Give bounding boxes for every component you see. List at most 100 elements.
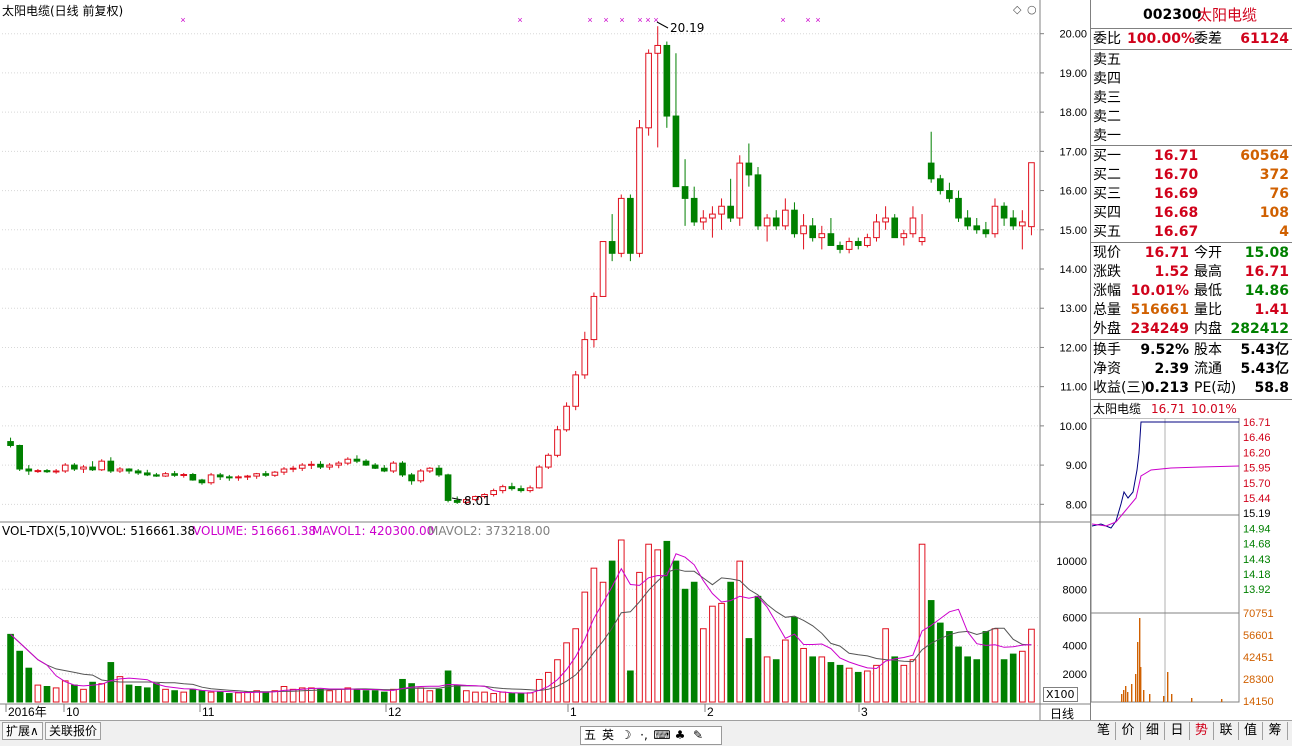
side-tab-0[interactable]: 笔: [1092, 722, 1116, 740]
mini-vol-tick: 70751: [1243, 608, 1274, 620]
price-tick-label: 11.00: [1060, 382, 1087, 394]
side-tab-7[interactable]: 筹: [1264, 722, 1288, 740]
ime-item-4[interactable]: ⌨: [653, 727, 671, 744]
volume-bar: [827, 662, 835, 703]
mini-vol-tick: 28300: [1243, 674, 1274, 686]
candle-body: [681, 186, 689, 199]
side-tab-4[interactable]: 势: [1190, 722, 1214, 740]
ime-item-2[interactable]: ☽: [617, 727, 635, 744]
volume-bar: [189, 688, 197, 703]
buy-label: 买一: [1093, 148, 1121, 164]
related-quote-tab[interactable]: 关联报价: [45, 722, 102, 740]
stat-label: 最高: [1194, 264, 1222, 280]
candle-body: [225, 476, 233, 479]
candle-body: [52, 470, 60, 473]
stat-value: 1.41: [1254, 302, 1289, 318]
quote-stat-row: 涨幅 10.01% 最低 14.86: [1091, 282, 1292, 301]
candle-body: [289, 467, 297, 470]
volume-bar: [836, 664, 844, 703]
quote-stat2-row: 收益(三) 0.213 PE(动) 58.8: [1091, 379, 1292, 398]
kline-chart-svg[interactable]: 20.0019.0018.0017.0016.0015.0014.0013.00…: [0, 0, 1090, 720]
side-tab-3[interactable]: 日: [1166, 722, 1190, 740]
stat2-label: 股本: [1194, 342, 1222, 358]
candle-body: [426, 467, 434, 472]
diamond-icon[interactable]: ◇: [1013, 3, 1021, 16]
candle-body: [554, 429, 561, 456]
ime-item-1[interactable]: 英: [599, 727, 617, 744]
volume-bar: [98, 683, 106, 703]
signal-mark: ×: [805, 15, 810, 25]
signal-mark: ×: [619, 15, 624, 25]
buy-row: 买一 16.71 60564: [1091, 147, 1292, 166]
volume-bar: [517, 693, 525, 703]
candle-body: [207, 474, 215, 484]
volume-bar: [818, 656, 826, 703]
signal-mark: ×: [603, 15, 608, 25]
candle-body: [663, 44, 671, 117]
volume-bar: [162, 688, 169, 703]
candle-body: [153, 474, 160, 477]
ime-item-5[interactable]: ♣: [671, 727, 689, 744]
side-tab-1[interactable]: 价: [1117, 722, 1141, 740]
candle-body: [317, 463, 324, 468]
candle-body: [1019, 221, 1026, 227]
side-tab-2[interactable]: 细: [1141, 722, 1165, 740]
ime-item-3[interactable]: ·,: [635, 727, 653, 744]
price-tick-label: 18.00: [1059, 107, 1087, 119]
volume-bar: [43, 686, 51, 703]
ime-toolbar[interactable]: 五英 ☽ ·, ⌨ ♣ ✎: [580, 726, 722, 745]
mini-vol-bar: [1171, 694, 1173, 702]
buy-row: 买二 16.70 372: [1091, 166, 1292, 185]
volume-bar: [927, 600, 935, 703]
candle-body: [490, 490, 497, 496]
side-tab-5[interactable]: 联: [1215, 722, 1239, 740]
candle-body: [946, 190, 953, 199]
candle-body: [444, 474, 452, 501]
volume-bar: [627, 670, 634, 703]
volume-bar: [946, 631, 953, 703]
candle-body: [745, 162, 753, 176]
stat2-label: PE(动): [1194, 380, 1237, 396]
vol-tick-label: 8000: [1063, 584, 1087, 596]
candle-body: [180, 474, 188, 477]
volume-bar: [636, 571, 643, 703]
ime-item-6[interactable]: ✎: [689, 727, 707, 744]
kline-chart-area[interactable]: 20.00 19.00 18.00 17.00 16.00 15.00 14.00 13.00…: [0, 0, 1090, 721]
buy-row: 买三 16.69 76: [1091, 185, 1292, 204]
close-icon[interactable]: ○: [1027, 3, 1037, 16]
buy-price: 16.68: [1154, 205, 1199, 221]
signal-mark: ×: [653, 15, 658, 25]
candle-body: [909, 217, 917, 235]
mini-vol-bar: [1221, 699, 1223, 702]
volume-bar: [52, 687, 60, 703]
volume-bar: [235, 692, 242, 703]
stat2-value: 5.43亿: [1240, 342, 1289, 358]
side-tab-6[interactable]: 值: [1239, 722, 1263, 740]
candle-body: [271, 471, 279, 476]
mini-price-tick: 14.43: [1243, 554, 1271, 566]
intraday-mini-chart[interactable]: 16.71 16.46 16.20 15.95 15.70 15.44 15.19 14.94…: [1091, 418, 1292, 720]
volume-bar: [699, 628, 707, 703]
expand-tab[interactable]: 扩展∧: [2, 722, 43, 740]
volume-bar: [581, 591, 589, 703]
volume-bar: [663, 540, 671, 703]
candle-body: [1009, 217, 1017, 227]
candle-body: [125, 468, 133, 472]
volume-bar: [462, 690, 470, 703]
volume-bar: [326, 690, 333, 703]
volume-bar: [362, 690, 370, 703]
volume-bar: [7, 633, 14, 703]
volume-bar: [499, 691, 507, 703]
chart-title: 太阳电缆(日线 前复权): [2, 4, 124, 18]
quote-panel: 002300 太阳电缆 委比 100.00% 委差 61124 卖五 卖四 卖三 卖二…: [1090, 0, 1292, 720]
volume-bar: [873, 664, 880, 703]
candle-body: [43, 470, 51, 473]
signal-mark: ×: [637, 15, 642, 25]
volume-bar: [854, 671, 862, 703]
mini-vol-tick: 56601: [1243, 630, 1274, 642]
volume-bar: [745, 638, 753, 703]
candle-body: [143, 472, 151, 476]
signal-mark: ×: [645, 15, 650, 25]
ime-item-0[interactable]: 五: [581, 727, 599, 744]
min-price-label: 8.01: [464, 494, 491, 508]
